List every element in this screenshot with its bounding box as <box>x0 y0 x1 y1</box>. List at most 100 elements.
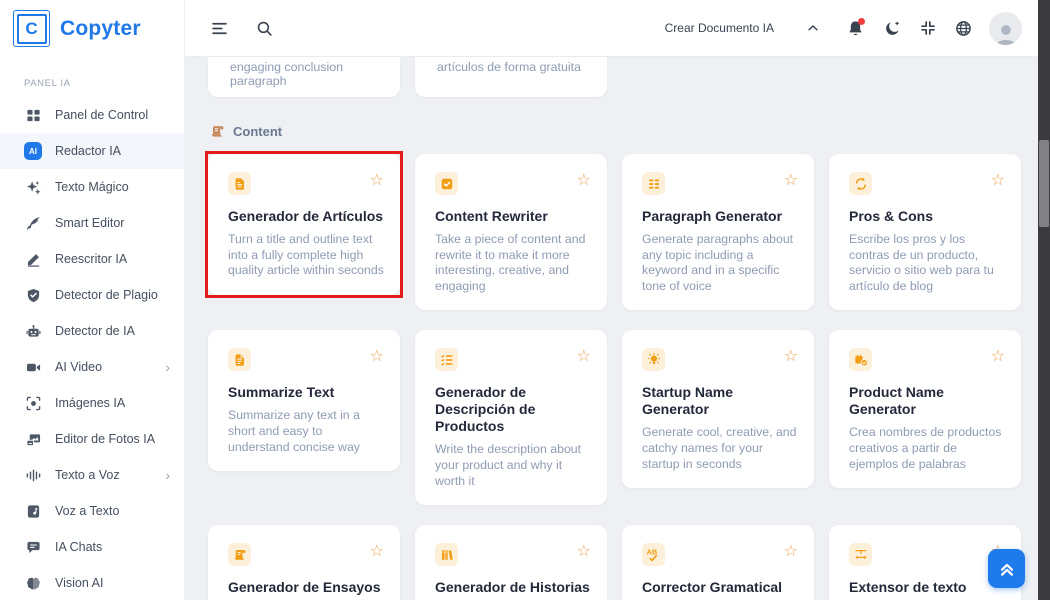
tool-card-paragraph-generator[interactable]: ☆ Paragraph Generator Generate paragraphs … <box>622 154 814 310</box>
tool-card-product-name-generator[interactable]: ☆Product Name GeneratorCrea nombres de p… <box>829 330 1021 488</box>
tool-card-generador-de-articulos[interactable]: ☆Generador de ArtículosTurn a title and … <box>208 154 400 295</box>
tool-card-content-rewriter[interactable]: ☆Content RewriterTake a piece of content… <box>415 154 607 310</box>
sidebar-item-texto-a-voz[interactable]: Texto a Voz › <box>0 457 184 493</box>
chat-icon <box>24 538 42 556</box>
star-icon[interactable]: ☆ <box>370 543 384 559</box>
sync-icon <box>849 172 872 195</box>
star-icon[interactable]: ☆ <box>577 348 591 364</box>
partial-tool-card[interactable]: engaging conclusion paragraph <box>208 57 400 97</box>
sidebar-item-label: Vision AI <box>55 576 103 590</box>
paragraph-list-icon <box>642 172 665 195</box>
partial-tool-card[interactable]: artículos de forma gratuita <box>415 57 607 97</box>
create-document-button[interactable]: Crear Documento IA <box>665 21 774 35</box>
notification-dot <box>858 18 865 25</box>
robot-icon <box>24 322 42 340</box>
tool-card-generador-de-ensayos[interactable]: ☆Generador de EnsayosCrea ensayos académ… <box>208 525 400 600</box>
sidebar-item-texto-magico[interactable]: Texto Mágico <box>0 169 184 205</box>
card-top-row: ☆ <box>849 348 1005 371</box>
scrollbar-thumb[interactable] <box>1039 140 1049 227</box>
card-description: Summarize any text in a short and easy t… <box>228 408 384 455</box>
compress-icon[interactable] <box>920 20 936 36</box>
card-title: Paragraph Generator <box>642 208 798 225</box>
tool-card-generador-de-historias[interactable]: ☆Generador de HistoriasPermita que la IA… <box>415 525 607 600</box>
sidebar: C Copyter PANEL IA Panel de Control AIRed… <box>0 0 185 600</box>
menu-toggle-icon[interactable] <box>211 20 228 37</box>
brand-name: Copyter <box>60 17 141 41</box>
main-content: engaging conclusion paragraph artículos d… <box>185 57 1038 600</box>
star-icon[interactable]: ☆ <box>577 172 591 188</box>
sidebar-item-label: Editor de Fotos IA <box>55 432 155 446</box>
gift-check-icon <box>849 348 872 371</box>
chevron-right-icon: › <box>165 468 170 482</box>
card-top-row: ☆ <box>435 348 591 371</box>
sidebar-item-vision-ai[interactable]: Vision AI <box>0 565 184 600</box>
globe-icon[interactable] <box>955 20 972 37</box>
sidebar-item-ia-chats[interactable]: IA Chats <box>0 529 184 565</box>
chevron-right-icon: › <box>165 360 170 374</box>
scroll-to-top-button[interactable] <box>988 549 1025 588</box>
sidebar-section-label: PANEL IA <box>24 78 184 89</box>
sidebar-item-smart-editor[interactable]: Smart Editor <box>0 205 184 241</box>
tool-card-generador-de-descripcion-de-productos[interactable]: ☆Generador de Descripción de ProductosWr… <box>415 330 607 505</box>
sidebar-item-imagenes-ia[interactable]: Imágenes IA <box>0 385 184 421</box>
sidebar-item-editor-de-fotos-ia[interactable]: Editor de Fotos IA <box>0 421 184 457</box>
sparkles-icon <box>24 178 42 196</box>
sidebar-item-label: AI Video <box>55 360 102 374</box>
card-description: Generate paragraphs about any topic incl… <box>642 232 798 294</box>
tool-card-corrector-gramatical[interactable]: AB☆Corrector GramaticalAsegúrese de que … <box>622 525 814 600</box>
sidebar-item-voz-a-texto[interactable]: Voz a Texto <box>0 493 184 529</box>
sidebar-item-label: Imágenes IA <box>55 396 125 410</box>
waveform-icon <box>24 466 42 484</box>
card-description: Generate cool, creative, and catchy name… <box>642 425 798 472</box>
star-icon[interactable]: ☆ <box>991 172 1005 188</box>
card-top-row: AB☆ <box>642 543 798 566</box>
content-section-title: Content <box>233 124 282 139</box>
star-icon[interactable]: ☆ <box>784 543 798 559</box>
sidebar-item-label: Texto Mágico <box>55 180 129 194</box>
bulb-icon <box>642 348 665 371</box>
user-avatar[interactable] <box>989 12 1022 45</box>
card-title: Content Rewriter <box>435 208 591 225</box>
tool-card-summarize-text[interactable]: ☆Summarize TextSummarize any text in a s… <box>208 330 400 471</box>
moon-icon[interactable] <box>884 20 901 37</box>
sidebar-item-label: IA Chats <box>55 540 102 554</box>
card-top-row: ☆ <box>228 348 384 371</box>
card-top-row: ☆ <box>849 172 1005 195</box>
star-icon[interactable]: ☆ <box>784 348 798 364</box>
star-icon[interactable]: ☆ <box>784 172 798 188</box>
brand-logo-letter: C <box>17 14 47 44</box>
sidebar-item-redactor-ia[interactable]: AIRedactor IA <box>0 133 184 169</box>
bell-icon[interactable] <box>847 20 864 37</box>
doc-summary-icon <box>228 348 251 371</box>
search-icon[interactable] <box>256 20 273 37</box>
card-top-row: ☆ <box>228 172 384 195</box>
sidebar-item-detector-de-plagio[interactable]: Detector de Plagio <box>0 277 184 313</box>
books-icon <box>435 543 458 566</box>
tool-card-pros-cons[interactable]: ☆Pros & ConsEscribe los pros y los contr… <box>829 154 1021 310</box>
chevron-up-icon[interactable] <box>806 21 820 35</box>
sidebar-item-ai-video[interactable]: AI Video › <box>0 349 184 385</box>
sidebar-item-panel-de-control[interactable]: Panel de Control <box>0 97 184 133</box>
card-top-row: ☆ <box>435 543 591 566</box>
double-chevron-up-icon <box>998 560 1016 578</box>
sidebar-item-label: Texto a Voz <box>55 468 120 482</box>
browser-scrollbar[interactable] <box>1038 0 1050 600</box>
card-title: Corrector Gramatical <box>642 579 798 596</box>
sidebar-item-reescritor-ia[interactable]: Reescritor IA <box>0 241 184 277</box>
star-icon[interactable]: ☆ <box>577 543 591 559</box>
checklist-icon <box>435 348 458 371</box>
star-icon[interactable]: ☆ <box>370 348 384 364</box>
sidebar-item-label: Panel de Control <box>55 108 148 122</box>
content-section-header: Content <box>210 124 1038 139</box>
brand-logo[interactable]: C Copyter <box>0 0 184 57</box>
doc-article-icon <box>228 172 251 195</box>
sidebar-item-detector-de-ia[interactable]: Detector de IA <box>0 313 184 349</box>
card-top-row: ☆ <box>435 172 591 195</box>
shield-check-icon <box>24 286 42 304</box>
tool-card-startup-name-generator[interactable]: ☆Startup Name GeneratorGenerate cool, cr… <box>622 330 814 488</box>
sidebar-item-label: Reescritor IA <box>55 252 127 266</box>
star-icon[interactable]: ☆ <box>370 172 384 188</box>
voice-file-icon <box>24 502 42 520</box>
card-description: Escribe los pros y los contras de un pro… <box>849 232 1005 294</box>
star-icon[interactable]: ☆ <box>991 348 1005 364</box>
